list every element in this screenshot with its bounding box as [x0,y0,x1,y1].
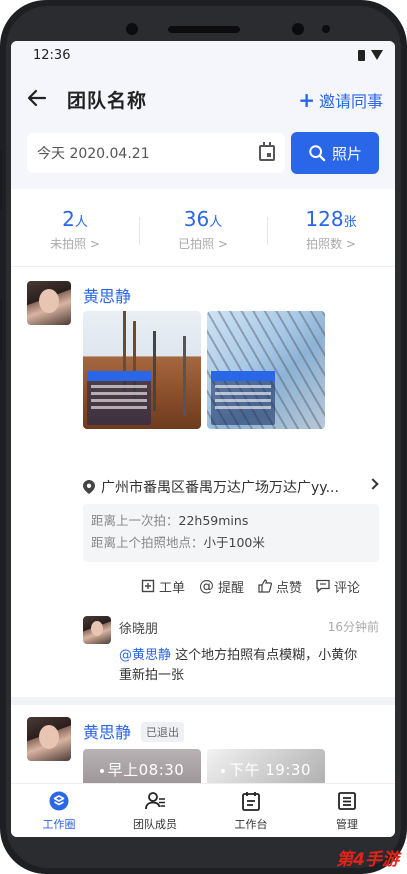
site-photo[interactable] [83,311,201,429]
tab-label: 团队成员 [133,817,177,831]
work-feed: 黄思静 广州市番禺区番禺万达广场万达广yy... 距离上一次拍：22h59min… [11,267,395,783]
photo-time: 下午 19:30 [229,761,311,779]
distance-value: 小于100米 [203,535,265,550]
stat-unit: 张 [343,215,357,230]
last-photo-label: 距离上一次拍： [91,513,179,528]
app-screen: 12:36 团队名称 + 邀请同事 今天 2020.04.21 照片 2人 未拍… [11,41,395,837]
at-icon: @ [199,577,215,595]
search-row: 今天 2020.04.21 照片 [11,127,395,189]
page-title: 团队名称 [67,90,148,112]
management-icon [338,791,356,810]
workbench-icon [242,791,260,811]
site-photo[interactable]: 下午 19:30 [207,749,325,783]
team-members-icon [145,791,165,809]
comment-icon [316,579,330,593]
photo-search-button[interactable]: 照片 [291,132,379,174]
stat-unit: 人 [74,215,88,230]
calendar-icon[interactable] [259,142,275,161]
site-photo[interactable]: 早上08:30 [83,749,201,783]
post-author-name[interactable]: 黄思静 [83,283,131,307]
search-icon [309,145,326,162]
stat-number: 36 [183,207,210,231]
bottom-tab-bar: 工作圈 团队成员 工作台 管理 [11,783,395,837]
invite-label: 邀请同事 [318,92,383,111]
stat-label: 已拍照 > [178,237,228,251]
speaker-grille [167,26,240,33]
status-icons [358,49,383,61]
work-order-button[interactable]: 工单 [141,576,185,596]
status-time: 12:36 [33,47,71,63]
stat-label: 未拍照 > [50,237,100,251]
volume-button [0,150,2,210]
location-pin-icon [83,480,95,494]
invite-colleague-button[interactable]: + 邀请同事 [298,88,383,112]
post-actions: 工单 @ 提醒 点赞 评论 [141,576,391,596]
tab-work-circle[interactable]: 工作圈 [11,784,107,837]
location-text: 广州市番禺区番禺万达广场万达广yy... [101,480,339,496]
stat-not-photographed[interactable]: 2人 未拍照 > [11,189,139,266]
stats-bar: 2人 未拍照 > 36人 已拍照 > 128张 拍照数 > [11,189,395,267]
site-watermark-logo: 第4手游 [336,850,399,870]
photo-watermark-stamp [87,371,151,425]
comment-button[interactable]: 评论 [316,576,360,596]
like-button[interactable]: 点赞 [258,576,302,596]
action-label: 工单 [159,580,186,596]
remind-button[interactable]: @ 提醒 [199,576,244,596]
avatar[interactable] [27,717,71,761]
plus-icon: + [298,88,315,112]
tab-label: 工作台 [234,817,268,831]
action-label: 点赞 [276,580,303,596]
photo-distance-info: 距离上一次拍：22h59mins 距离上个拍照地点：小于100米 [83,504,379,562]
tab-label: 工作圈 [42,817,76,831]
location-row[interactable]: 广州市番禺区番禺万达广场万达广yy... [83,477,383,497]
comment-time: 16分钟前 [327,620,379,634]
photo-watermark-stamp [211,371,275,425]
photo-time-overlay: 下午 19:30 [207,759,325,780]
chevron-right-icon [367,478,379,490]
front-camera [292,23,304,35]
action-label: 提醒 [218,580,245,596]
tab-label: 管理 [336,817,358,831]
tab-team-members[interactable]: 团队成员 [107,784,203,837]
comment-item: 徐晓朋 16分钟前 @黄思静 这个地方拍照有点模糊，小黄你重新拍一张 [83,612,379,686]
status-bar: 12:36 [11,41,395,69]
photo-time: 早上08:30 [107,761,185,779]
date-value: 今天 2020.04.21 [37,146,150,162]
stat-number: 2 [62,207,75,231]
comment-author[interactable]: 徐晓朋 [119,618,158,637]
sensor-dot [322,25,330,33]
thumbs-up-icon [258,579,273,593]
status-badge: 已退出 [141,722,184,742]
comment-text: @黄思静 这个地方拍照有点模糊，小黄你重新拍一张 [119,646,369,686]
phone-frame: 12:36 团队名称 + 邀请同事 今天 2020.04.21 照片 2人 未拍… [0,0,407,874]
photo-time-overlay: 早上08:30 [83,759,201,780]
avatar[interactable] [27,281,71,325]
stat-unit: 人 [209,215,223,230]
work-order-icon [141,579,155,593]
distance-label: 距离上个拍照地点： [91,535,204,550]
stat-number: 128 [305,207,344,231]
battery-icon [358,49,365,61]
post-divider [11,697,395,705]
back-arrow-icon[interactable] [25,86,49,110]
photo-button-label: 照片 [331,144,362,163]
stat-photo-count[interactable]: 128张 拍照数 > [267,189,395,266]
work-circle-icon [49,791,69,810]
sensor-dot [126,23,138,35]
app-header: 团队名称 + 邀请同事 [11,69,395,127]
power-button [0,300,2,360]
tab-management[interactable]: 管理 [299,784,395,837]
stat-photographed[interactable]: 36人 已拍照 > [139,189,267,266]
mention-link[interactable]: @黄思静 [119,648,171,663]
stat-label: 拍照数 > [306,237,356,251]
action-label: 评论 [334,580,361,596]
post-author-name[interactable]: 黄思静 [83,719,131,743]
comment-avatar[interactable] [83,616,111,644]
signal-icon [371,50,383,60]
last-photo-value: 22h59mins [178,513,249,528]
site-photo[interactable] [207,311,325,429]
tab-workbench[interactable]: 工作台 [203,784,299,837]
date-picker-field[interactable]: 今天 2020.04.21 [27,133,285,173]
